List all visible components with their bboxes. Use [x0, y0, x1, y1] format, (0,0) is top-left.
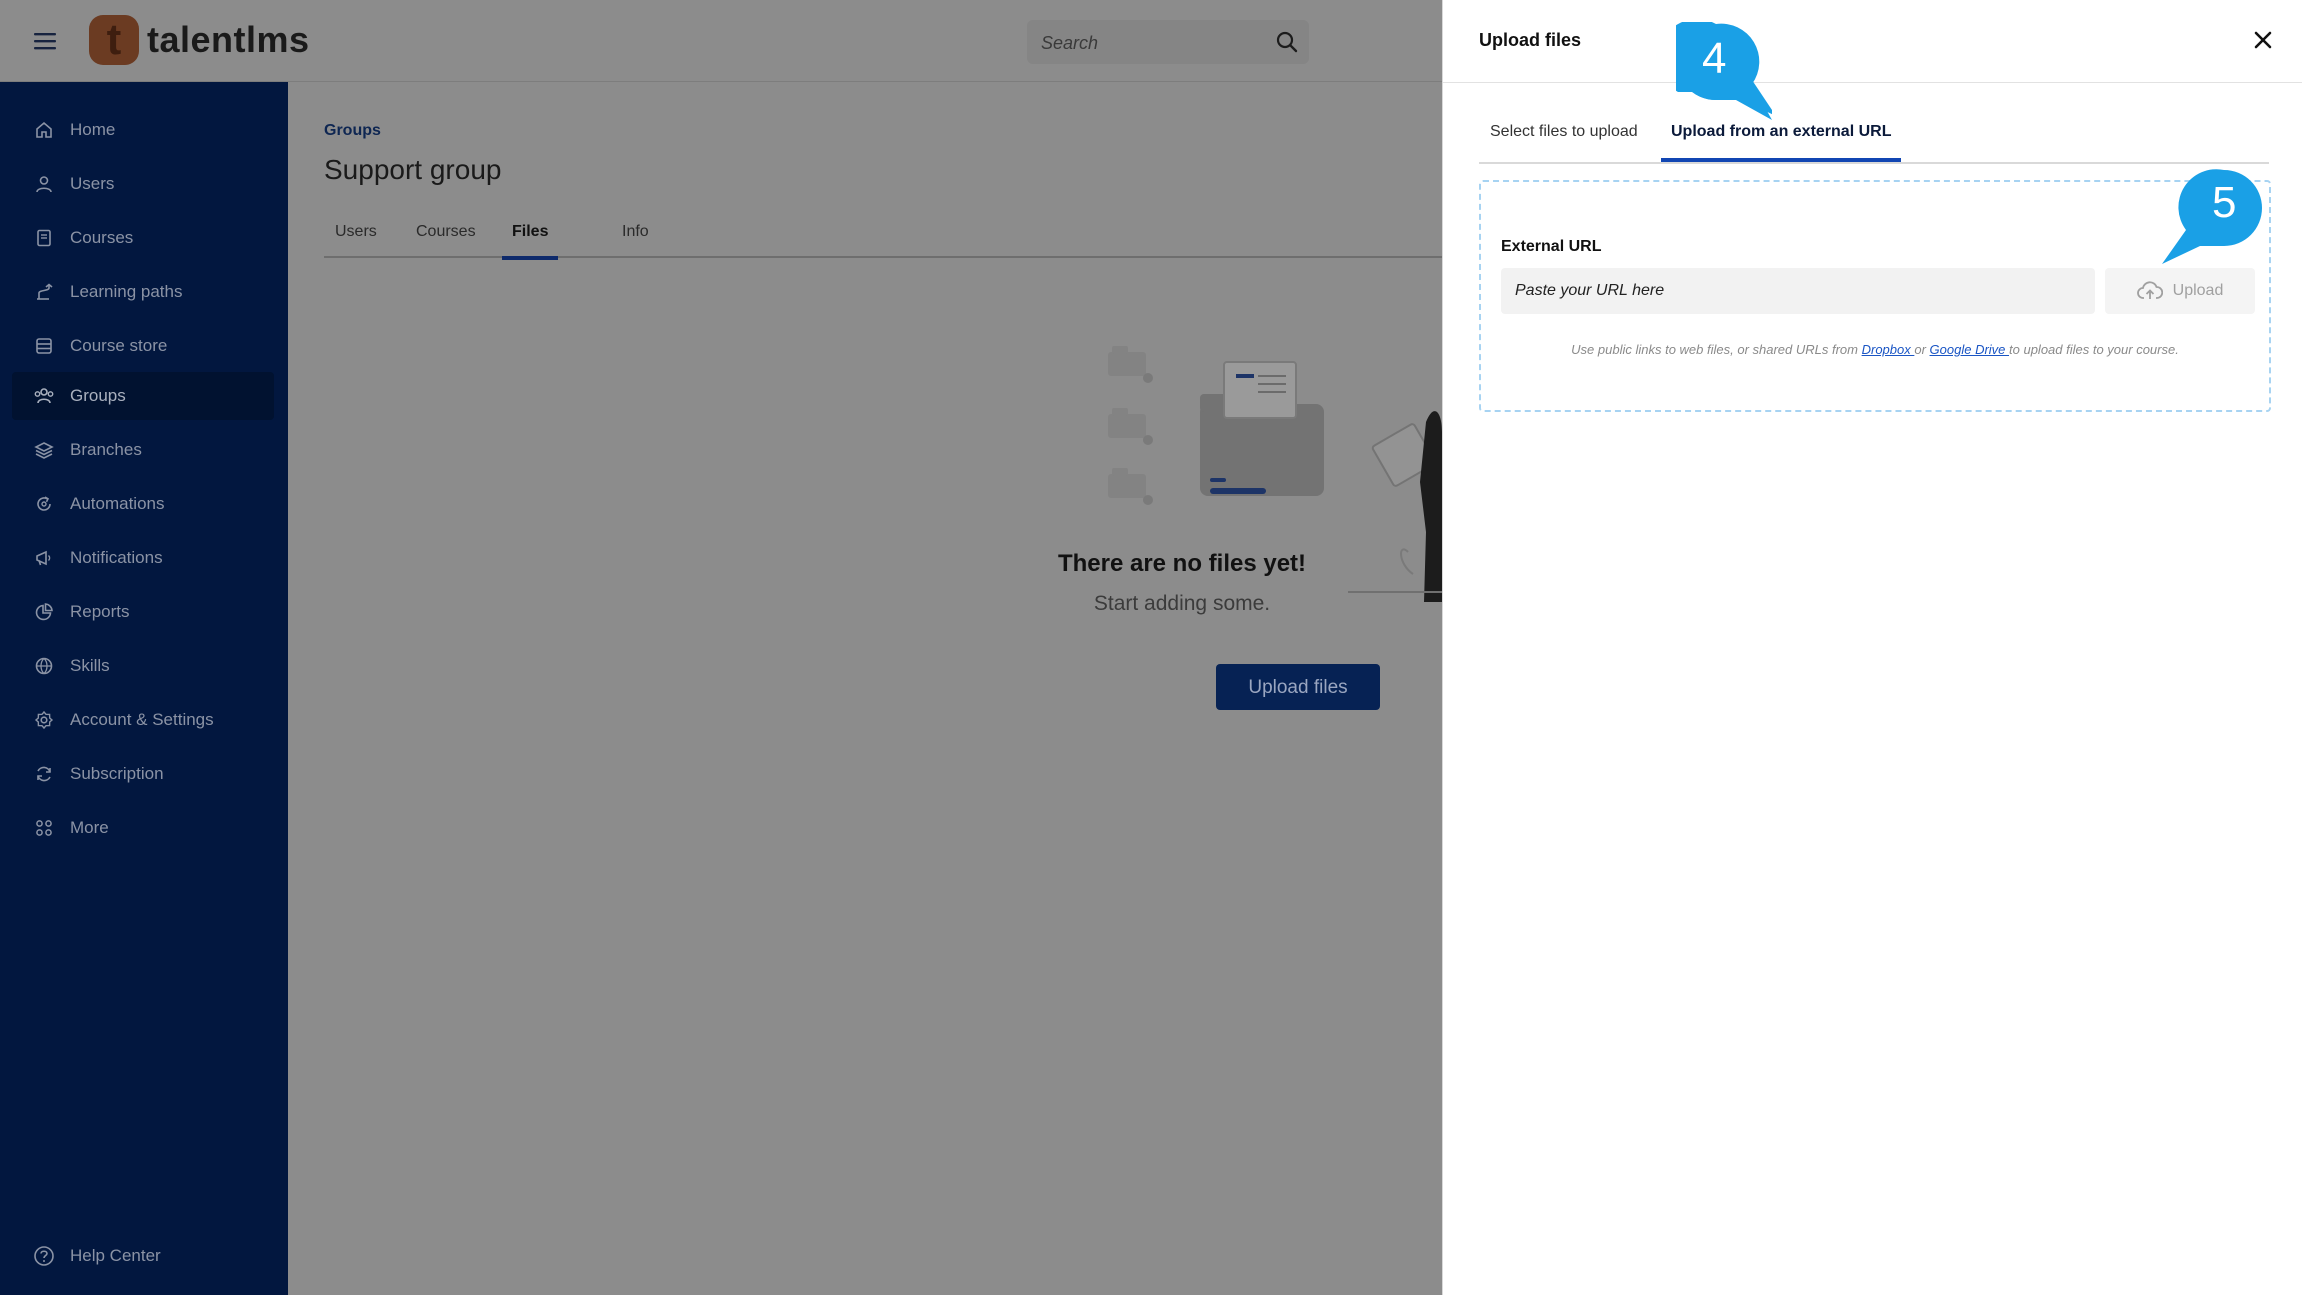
sidebar-item-label: Users	[70, 174, 115, 193]
panel-title: Upload files	[1479, 30, 1582, 50]
panel-header: Upload files	[1443, 0, 2302, 83]
external-url-label: External URL	[1501, 238, 1602, 255]
sidebar-item-account-settings[interactable]: Account & Settings	[12, 696, 274, 744]
app-frame: t talentlms Home Users Courses Learning …	[0, 0, 2302, 1295]
search-box	[1027, 20, 1309, 66]
sidebar-item-label: Reports	[70, 602, 130, 621]
top-header: t talentlms	[0, 0, 1442, 82]
dropbox-link[interactable]: Dropbox	[1862, 342, 1915, 357]
sidebar-item-label: Automations	[70, 494, 165, 513]
sidebar-item-learning-paths[interactable]: Learning paths	[12, 268, 274, 316]
hint-text: or	[1914, 342, 1930, 357]
sidebar-item-groups[interactable]: Groups	[12, 372, 274, 420]
external-url-zone: External URL Upload Use public links to …	[1479, 180, 2271, 412]
sidebar-item-automations[interactable]: Automations	[12, 480, 274, 528]
upload-files-button[interactable]: Upload files	[1216, 664, 1380, 710]
sidebar-item-label: Learning paths	[70, 282, 183, 301]
upload-hint: Use public links to web files, or shared…	[1481, 342, 2269, 357]
user-icon	[32, 172, 56, 196]
automation-icon	[32, 492, 56, 516]
cloud-upload-icon	[2136, 281, 2163, 299]
book-icon	[32, 226, 56, 250]
tab-files[interactable]: Files	[502, 212, 559, 260]
help-icon	[32, 1244, 56, 1268]
tab-courses[interactable]: Courses	[416, 212, 476, 256]
tab-select-files[interactable]: Select files to upload	[1490, 110, 1638, 162]
sidebar-item-home[interactable]: Home	[12, 106, 274, 154]
sidebar-item-label: Account & Settings	[70, 710, 214, 729]
sidebar-item-notifications[interactable]: Notifications	[12, 534, 274, 582]
callout-5-number: 5	[2212, 178, 2237, 227]
callout-4-number: 4	[1702, 34, 1727, 83]
tab-users[interactable]: Users	[335, 212, 377, 256]
search-input[interactable]	[1039, 20, 1263, 66]
sidebar-item-label: More	[70, 818, 109, 837]
sidebar-item-label: Branches	[70, 440, 142, 459]
upload-tabs: Select files to upload Upload from an ex…	[1479, 110, 2269, 164]
empty-state-title: There are no files yet!	[1057, 550, 1307, 577]
groups-icon	[32, 384, 56, 408]
refresh-icon	[32, 762, 56, 786]
grid-icon	[32, 816, 56, 840]
sidebar-item-subscription[interactable]: Subscription	[12, 750, 274, 798]
search-icon[interactable]	[1275, 30, 1299, 54]
sidebar-item-label: Subscription	[70, 764, 164, 783]
page-title: Support group	[324, 154, 502, 185]
hint-text: Use public links to web files, or shared…	[1571, 342, 1862, 357]
store-icon	[32, 334, 56, 358]
sidebar-item-label: Home	[70, 120, 116, 139]
logo-text: talentlms	[147, 19, 310, 60]
sidebar-item-branches[interactable]: Branches	[12, 426, 274, 474]
hint-text: to upload files to your course.	[2009, 342, 2179, 357]
sidebar-item-course-store[interactable]: Course store	[12, 322, 274, 370]
sidebar-item-help-center[interactable]: Help Center	[12, 1232, 274, 1280]
layers-icon	[32, 438, 56, 462]
sidebar-item-label: Groups	[70, 386, 126, 405]
globe-icon	[32, 654, 56, 678]
sidebar: Home Users Courses Learning paths Course…	[0, 82, 288, 1295]
sidebar-item-users[interactable]: Users	[12, 160, 274, 208]
sidebar-item-label: Skills	[70, 656, 110, 675]
home-icon	[32, 118, 56, 142]
main-content: Groups Support group Users Courses Files…	[288, 82, 1442, 1295]
sidebar-item-reports[interactable]: Reports	[12, 588, 274, 636]
sidebar-item-label: Course store	[70, 336, 168, 355]
empty-state-subtitle: Start adding some.	[1093, 592, 1271, 615]
pie-chart-icon	[32, 600, 56, 624]
sidebar-item-label: Courses	[70, 228, 134, 247]
megaphone-icon	[32, 546, 56, 570]
sidebar-item-courses[interactable]: Courses	[12, 214, 274, 262]
external-url-input[interactable]	[1501, 268, 2095, 314]
upload-button-label: Upload	[2172, 282, 2224, 299]
close-icon[interactable]	[2251, 28, 2275, 52]
hamburger-menu-button[interactable]	[28, 26, 62, 56]
group-tabs: Users Courses Files Info	[324, 212, 1442, 260]
google-drive-link[interactable]: Google Drive	[1930, 342, 2009, 357]
hamburger-icon	[34, 33, 56, 50]
tab-info[interactable]: Info	[622, 212, 649, 256]
sidebar-item-skills[interactable]: Skills	[12, 642, 274, 690]
breadcrumb[interactable]: Groups	[324, 122, 381, 140]
sidebar-item-more[interactable]: More	[12, 804, 274, 852]
logo-mark: t	[89, 15, 139, 65]
path-icon	[32, 280, 56, 304]
sidebar-item-label: Notifications	[70, 548, 163, 567]
upload-button[interactable]: Upload	[2105, 268, 2255, 314]
gear-icon	[32, 708, 56, 732]
sidebar-item-label: Help Center	[70, 1246, 161, 1265]
